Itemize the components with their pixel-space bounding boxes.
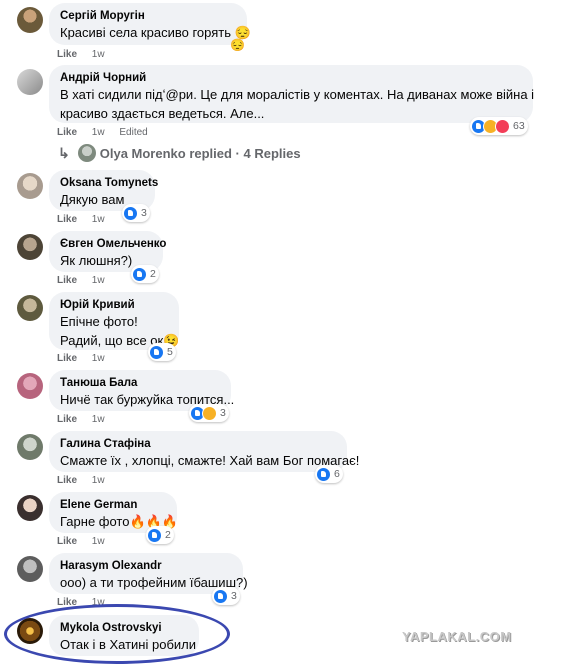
comment-text: В хаті сидили підʻ@ри. Це для моралістів… <box>60 87 535 102</box>
comment-meta: Like 1w Edited <box>57 127 160 138</box>
reaction-count: 2 <box>150 268 156 280</box>
reaction-count: 6 <box>334 468 340 480</box>
reaction-summary[interactable]: 6 <box>315 465 343 483</box>
comment-time[interactable]: 1w <box>92 414 105 425</box>
emoji: 😔 <box>230 38 245 52</box>
comment-text: Епічне фото! <box>60 314 138 329</box>
like-button[interactable]: Like <box>57 127 77 138</box>
avatar[interactable] <box>17 295 43 321</box>
comment-author[interactable]: Галина Стафіна <box>60 437 336 451</box>
comment-author[interactable]: Євген Омельченко <box>60 237 166 251</box>
like-reaction-icon <box>213 588 228 604</box>
comment-time[interactable]: 1w <box>92 49 105 60</box>
edited-label[interactable]: Edited <box>119 127 147 138</box>
like-button[interactable]: Like <box>57 275 77 286</box>
comment-meta: Like 1w <box>57 214 117 225</box>
reaction-summary[interactable]: 3 <box>189 404 229 422</box>
comment-text: ооо) а ти трофейним їбашиш?) <box>60 575 248 590</box>
comment-text: красиво здається ведеться. Але... <box>60 106 265 121</box>
comment-text: Красиві села красиво горять 😔 <box>60 25 251 40</box>
comment-time[interactable]: 1w <box>92 275 105 286</box>
like-reaction-icon <box>123 205 138 221</box>
highlight-circle <box>4 604 230 664</box>
avatar[interactable] <box>17 69 43 95</box>
comment-bubble: Галина Стафіна Смажте їх , хлопці, смажт… <box>49 431 360 472</box>
avatar[interactable] <box>17 495 43 521</box>
comment-author[interactable]: Oksana Tomynets <box>60 176 158 190</box>
avatar[interactable] <box>17 173 43 199</box>
comment-time[interactable]: 1w <box>92 127 105 138</box>
comment-time[interactable]: 1w <box>92 353 105 364</box>
comment-meta: Like 1w <box>57 414 117 425</box>
avatar[interactable] <box>17 556 43 582</box>
reply-arrow-icon: ↳ <box>58 144 70 161</box>
reaction-count: 63 <box>513 120 525 132</box>
comment-meta: Like 1w <box>57 536 117 547</box>
reaction-count: 3 <box>231 590 237 602</box>
avatar[interactable] <box>17 434 43 460</box>
watermark: YAPLAKAL.COM <box>402 629 512 644</box>
comment-meta: Like 1w <box>57 353 117 364</box>
like-button[interactable]: Like <box>57 536 77 547</box>
reaction-count: 3 <box>220 407 226 419</box>
reaction-summary[interactable]: 3 <box>122 204 150 222</box>
comment-author[interactable]: Андрій Чорний <box>60 71 522 85</box>
comment-author[interactable]: Harasym Olexandr <box>60 559 232 573</box>
view-replies-link[interactable]: ↳ Olya Morenko replied · 4 Replies <box>58 144 301 162</box>
reaction-summary[interactable]: 5 <box>148 343 176 361</box>
love-reaction-icon <box>495 118 510 134</box>
comment-time[interactable]: 1w <box>92 475 105 486</box>
comment-bubble: Юрій Кривий Епічне фото! Радий, що все о… <box>49 292 179 350</box>
reaction-summary[interactable]: 3 <box>212 587 240 605</box>
like-reaction-icon <box>316 466 331 482</box>
reaction-summary[interactable]: 63 <box>470 117 528 135</box>
avatar <box>77 144 96 162</box>
comment-bubble: Harasym Olexandr ооо) а ти трофейним їба… <box>49 553 248 594</box>
reaction-summary[interactable]: 2 <box>146 526 174 544</box>
comment-author[interactable]: Юрій Кривий <box>60 298 168 312</box>
haha-reaction-icon <box>202 405 217 421</box>
like-reaction-icon <box>149 344 164 360</box>
comment-time[interactable]: 1w <box>92 214 105 225</box>
like-reaction-icon <box>132 266 147 282</box>
comment-meta: Like 1w <box>57 275 117 286</box>
comment-meta: Like 1w <box>57 475 117 486</box>
like-button[interactable]: Like <box>57 475 77 486</box>
reaction-count: 3 <box>141 207 147 219</box>
avatar[interactable] <box>17 7 43 33</box>
comment-author[interactable]: Сергій Моругін <box>60 9 236 23</box>
avatar[interactable] <box>17 234 43 260</box>
reaction-count: 5 <box>167 346 173 358</box>
comment-bubble: Андрій Чорний В хаті сидили підʻ@ри. Це … <box>49 65 535 123</box>
comment-text: Смажте їх , хлопці, смажте! Хай вам Бог … <box>60 453 360 468</box>
comment-meta: Like 1w <box>57 49 117 60</box>
avatar[interactable] <box>17 373 43 399</box>
like-button[interactable]: Like <box>57 214 77 225</box>
like-button[interactable]: Like <box>57 49 77 60</box>
replies-text: Olya Morenko replied · 4 Replies <box>99 145 301 161</box>
like-button[interactable]: Like <box>57 414 77 425</box>
comment-author[interactable]: Elene German <box>60 498 166 512</box>
like-reaction-icon <box>147 527 162 543</box>
comment-bubble: Сергій Моругін Красиві села красиво горя… <box>49 3 251 45</box>
like-button[interactable]: Like <box>57 353 77 364</box>
reaction-summary[interactable]: 2 <box>131 265 159 283</box>
reaction-count: 2 <box>165 529 171 541</box>
comment-author[interactable]: Танюша Бала <box>60 376 220 390</box>
comment-time[interactable]: 1w <box>92 536 105 547</box>
